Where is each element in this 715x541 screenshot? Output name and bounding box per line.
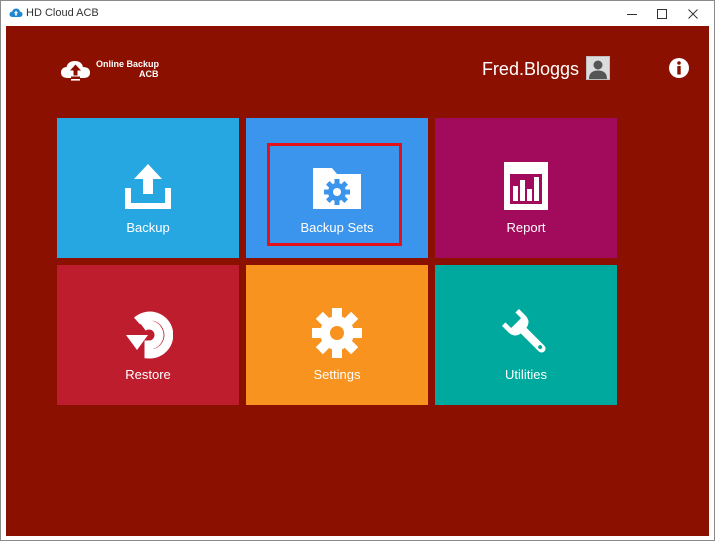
app-logo: Online Backup ACB (60, 56, 170, 86)
window-title: HD Cloud ACB (26, 7, 99, 19)
settings-tile[interactable]: Settings (246, 265, 428, 405)
report-chart-icon (504, 162, 548, 210)
app-cloud-icon (9, 8, 23, 17)
cloud-upload-logo-icon (61, 61, 90, 81)
highlight-box (267, 143, 402, 246)
upload-icon (125, 164, 171, 209)
backup-tile-label: Backup (126, 220, 170, 235)
maximize-icon (656, 8, 667, 19)
backup-tile[interactable]: Backup (57, 118, 239, 258)
close-icon (687, 8, 698, 19)
username-label[interactable]: Fred.Bloggs (482, 58, 579, 80)
minimize-icon (626, 13, 637, 15)
logo-text-line1: Online Backup (96, 59, 160, 69)
app-window: HD Cloud ACB Online Backup ACB Fred.Blog… (0, 0, 715, 541)
restore-tile[interactable]: Restore (57, 265, 239, 405)
minimize-button[interactable] (615, 1, 648, 26)
title-bar[interactable]: HD Cloud ACB (1, 1, 714, 26)
maximize-button[interactable] (645, 1, 678, 26)
main-panel: Online Backup ACB Fred.Bloggs Backup Bac… (6, 26, 709, 536)
restore-tile-label: Restore (125, 367, 171, 382)
utilities-tile[interactable]: Utilities (435, 265, 617, 405)
report-tile[interactable]: Report (435, 118, 617, 258)
close-button[interactable] (676, 1, 709, 26)
backup-sets-tile[interactable]: Backup Sets (246, 118, 428, 258)
report-tile-label: Report (506, 220, 546, 235)
logo-text-line2: ACB (139, 69, 159, 79)
wrench-icon (501, 308, 546, 353)
info-icon[interactable] (668, 57, 690, 79)
avatar[interactable] (586, 56, 610, 80)
gear-icon (312, 308, 362, 358)
settings-tile-label: Settings (313, 367, 361, 382)
utilities-tile-label: Utilities (505, 367, 547, 382)
user-avatar-icon (589, 60, 607, 79)
restore-arrow-icon (126, 311, 173, 359)
